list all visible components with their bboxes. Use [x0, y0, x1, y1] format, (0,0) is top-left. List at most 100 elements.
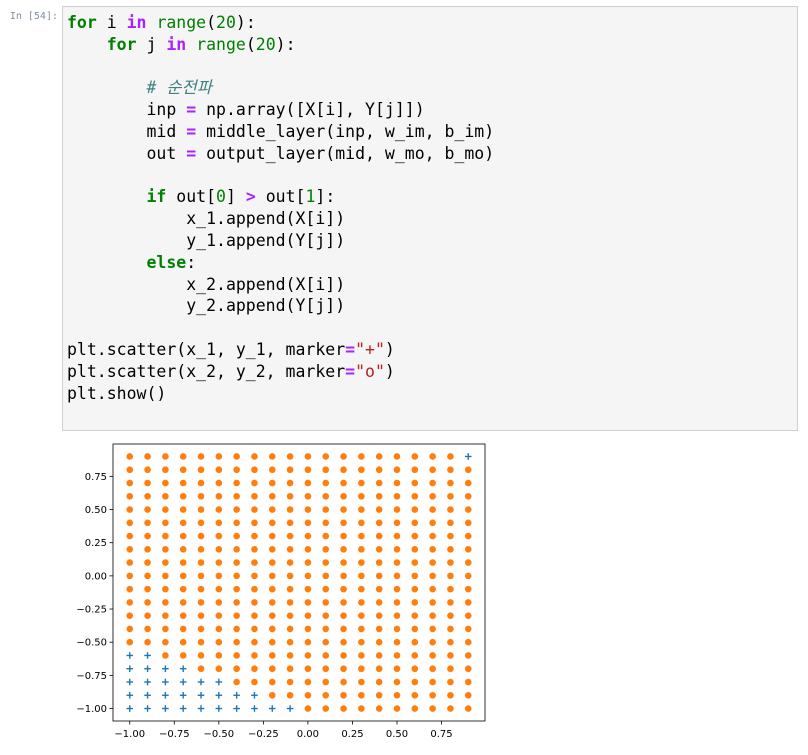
y-tick-label: −0.25: [76, 605, 107, 616]
scatter-point-circle: [340, 652, 347, 659]
code-token: np.array([X[i], Y[j]]): [196, 100, 425, 120]
scatter-point-circle: [179, 492, 187, 500]
scatter-point-circle: [162, 599, 169, 606]
scatter-point-circle: [286, 652, 294, 659]
scatter-point-circle: [393, 705, 401, 712]
scatter-point-circle: [340, 625, 347, 633]
scatter-point-circle: [411, 492, 419, 500]
scatter-point-circle: [162, 479, 169, 487]
scatter-point-circle: [411, 466, 419, 474]
code-token: ]: [225, 187, 246, 207]
code-token: # 순전파: [146, 78, 212, 98]
code-token: (: [206, 13, 217, 32]
code-token: mid: [67, 121, 187, 141]
scatter-point-circle: [268, 585, 276, 593]
scatter-point-circle: [447, 705, 454, 712]
scatter-point-circle: [144, 638, 151, 646]
code-cell-editor[interactable]: for i in range(20): for j in range(20): …: [62, 6, 798, 431]
y-tick-label: 0.00: [85, 571, 107, 582]
scatter-point-circle: [233, 572, 240, 580]
scatter-point-circle: [464, 599, 472, 606]
cell-prompt: In [54]:: [9, 11, 58, 22]
scatter-point-circle: [197, 599, 205, 606]
code-line: out = output_layer(mid, w_mo, b_mo): [67, 144, 494, 163]
scatter-point-circle: [447, 453, 454, 460]
scatter-point-circle: [358, 625, 365, 633]
scatter-point-circle: [144, 479, 151, 487]
scatter-point-circle: [358, 612, 365, 619]
scatter-point-circle: [304, 638, 312, 646]
scatter-point-circle: [162, 506, 169, 513]
scatter-point-circle: [358, 572, 365, 580]
scatter-point-circle: [375, 559, 383, 566]
scatter-point-circle: [268, 572, 276, 580]
code-token: =: [345, 361, 356, 381]
scatter-point-circle: [358, 559, 365, 566]
scatter-point-circle: [268, 599, 276, 606]
scatter-point-circle: [126, 506, 134, 513]
scatter-point-circle: [447, 559, 454, 566]
scatter-point-circle: [375, 506, 383, 513]
scatter-point-circle: [197, 546, 205, 553]
scatter-point-circle: [358, 546, 365, 553]
scatter-point-circle: [375, 519, 383, 527]
scatter-point-circle: [286, 638, 294, 646]
scatter-point-circle: [286, 585, 294, 593]
y-tick-label: 0.50: [85, 505, 107, 516]
scatter-point-circle: [268, 492, 276, 500]
code-line: else:: [67, 253, 196, 272]
scatter-point-circle: [197, 638, 205, 646]
scatter-point-circle: [447, 625, 454, 633]
code-text[interactable]: for i in range(20): for j in range(20): …: [63, 7, 797, 404]
scatter-point-circle: [286, 691, 294, 699]
scatter-point-circle: [251, 585, 258, 593]
scatter-point-circle: [233, 652, 240, 659]
scatter-point-circle: [144, 532, 151, 540]
scatter-point-circle: [358, 705, 365, 712]
scatter-point-circle: [304, 546, 312, 553]
scatter-point-circle: [179, 625, 187, 633]
scatter-point-circle: [375, 572, 383, 580]
scatter-point-circle: [144, 559, 151, 566]
code-token: in: [166, 34, 187, 54]
scatter-point-circle: [340, 492, 347, 500]
scatter-point-circle: [304, 678, 312, 686]
scatter-point-circle: [340, 466, 347, 474]
scatter-point-circle: [126, 532, 134, 540]
scatter-point-circle: [464, 665, 472, 673]
scatter-point-circle: [447, 506, 454, 513]
scatter-point-circle: [286, 466, 294, 474]
scatter-point-circle: [429, 572, 436, 580]
code-token: 0: [216, 187, 226, 207]
scatter-point-circle: [393, 546, 401, 553]
scatter-point-circle: [393, 585, 401, 593]
scatter-point-circle: [179, 585, 187, 593]
scatter-point-circle: [411, 678, 419, 686]
scatter-point-circle: [375, 479, 383, 487]
scatter-point-circle: [322, 572, 330, 580]
scatter-point-circle: [233, 585, 240, 593]
scatter-point-circle: [411, 665, 419, 673]
scatter-point-circle: [358, 678, 365, 686]
scatter-point-circle: [162, 519, 169, 527]
scatter-point-circle: [251, 479, 258, 487]
scatter-point-circle: [304, 705, 312, 712]
scatter-point-circle: [126, 585, 134, 593]
scatter-point-circle: [233, 546, 240, 553]
scatter-point-circle: [286, 532, 294, 540]
scatter-point-circle: [304, 652, 312, 659]
scatter-point-circle: [393, 479, 401, 487]
scatter-point-circle: [215, 599, 223, 606]
code-line: mid = middle_layer(inp, w_im, b_im): [67, 122, 494, 141]
scatter-point-circle: [162, 612, 169, 619]
scatter-point-circle: [464, 612, 472, 619]
plot-frame: [112, 443, 486, 722]
scatter-point-circle: [393, 453, 401, 460]
scatter-point-circle: [268, 506, 276, 513]
scatter-point-circle: [358, 453, 365, 460]
scatter-point-circle: [162, 652, 169, 659]
code-token: 1: [305, 187, 316, 207]
scatter-point-circle: [340, 559, 347, 566]
code-line: x_1.append(X[i]): [67, 209, 345, 228]
